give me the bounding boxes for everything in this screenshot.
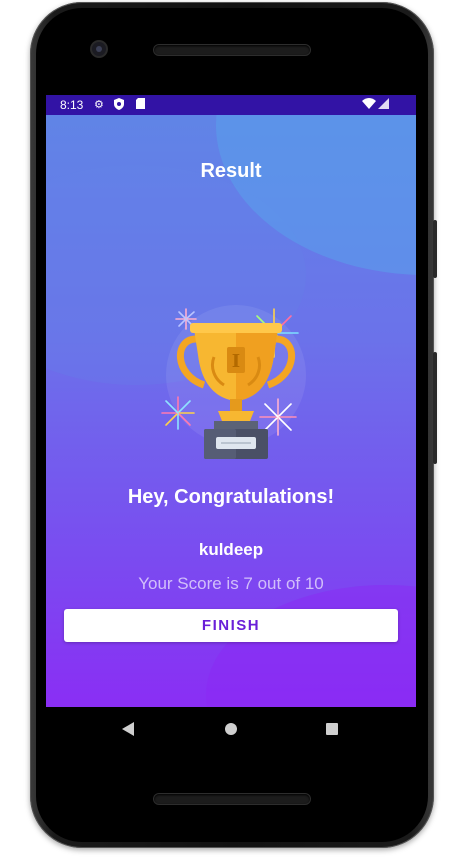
sd-card-icon	[136, 98, 145, 113]
home-icon[interactable]	[225, 723, 237, 735]
background-shape	[206, 585, 416, 707]
user-name: kuldeep	[198, 540, 264, 559]
app-screen: 8:13 ⚙ Result I Hey, Congratulations! ku…	[46, 95, 416, 707]
score-text: Your Score is 7 out of 10	[138, 574, 324, 593]
back-icon[interactable]	[122, 722, 134, 736]
status-time: 8:13	[60, 98, 84, 112]
bottom-speaker	[154, 794, 310, 804]
shield-icon	[114, 98, 124, 114]
congratulations-heading: Hey, Congratulations!	[127, 486, 335, 508]
top-speaker	[154, 45, 310, 55]
navigation-bar	[46, 707, 416, 753]
signal-icon	[378, 98, 389, 113]
page-title: Result	[200, 160, 262, 182]
trophy-icon: I	[161, 305, 306, 459]
status-bar: 8:13 ⚙	[46, 95, 416, 115]
front-camera	[92, 42, 106, 56]
finish-button[interactable]: FINISH	[64, 609, 398, 642]
recents-icon[interactable]	[326, 723, 338, 735]
power-button	[433, 220, 437, 278]
wifi-icon	[362, 98, 376, 113]
volume-button	[433, 352, 437, 464]
svg-text:I: I	[232, 351, 240, 372]
gear-icon: ⚙	[94, 99, 104, 111]
